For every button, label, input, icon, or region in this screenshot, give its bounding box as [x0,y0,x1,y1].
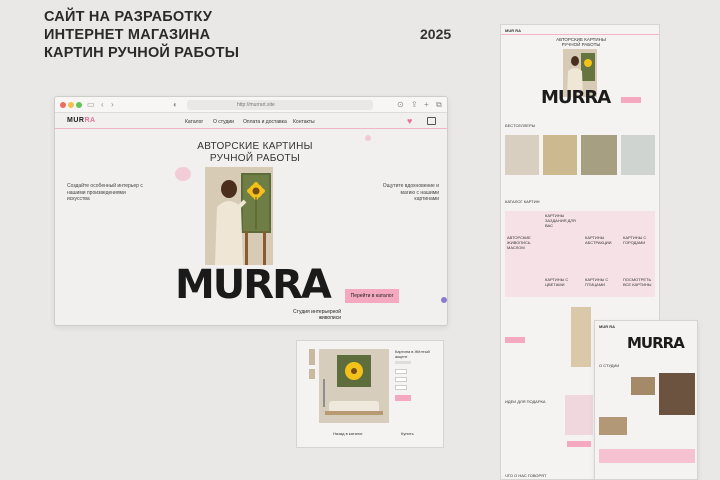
about-heading: О СТУДИИ [599,363,620,368]
easel-image [571,307,591,367]
mock-brand: MURRA [541,87,611,108]
gift-image [565,395,593,435]
url-bar[interactable]: http://murrart.site [187,100,373,110]
hero-title: АВТОРСКИЕ КАРТИНЫ РУЧНОЙ РАБОТЫ [197,141,313,164]
bestseller-card[interactable] [621,135,655,175]
bestsellers-heading: БЕСТСЕЛЛЕРЫ [505,123,536,128]
close-dot[interactable] [60,102,66,108]
decor-splash [175,167,191,181]
team-photo [659,373,695,415]
download-icon[interactable]: ⊙ [397,100,404,110]
minimize-dot[interactable] [68,102,74,108]
decor-dot [365,135,371,141]
tabs-icon[interactable]: ⧉ [436,100,442,110]
back-link[interactable]: Назад в каталог [333,431,363,436]
reviews-heading: ЧТО О НАС ГОВОРЯТ [505,473,547,478]
about-banner [599,449,695,463]
catalog-heading: КАТАЛОГ КАРТИН [505,199,540,204]
hero-painting-image [205,167,273,265]
catalog-item[interactable]: КАРТИНЫ С ГОРОДАМИ [623,235,657,245]
nav-catalog[interactable]: Каталог [185,119,203,125]
hero-right-text: Ощутите вдохновение и магию с нашими кар… [382,183,439,202]
product-thumb[interactable] [309,349,315,365]
about-logo[interactable]: MUR RA [599,324,615,329]
bestseller-card[interactable] [543,135,577,175]
mock-cta[interactable] [621,97,641,103]
mock-button[interactable] [505,337,525,343]
gift-heading: ИДЕИ ДЛЯ ПОДАРКА [505,399,546,404]
catalog-item[interactable]: АВТОРСКИЕ ЖИВОПИСЬ МАСЛОМ [507,235,541,250]
sidebar-icon[interactable]: ▭ [87,100,95,110]
size-select[interactable] [395,385,407,390]
catalog-item[interactable]: ПОСМОТРЕТЬ ВСЕ КАРТИНЫ [623,277,657,287]
heart-icon[interactable]: ♥ [407,116,412,126]
nav-about[interactable]: О студии [213,119,234,125]
size-select[interactable] [395,377,407,382]
product-title: Картина в Жёлтый акцент [395,349,430,359]
bestseller-card[interactable] [505,135,539,175]
back-icon[interactable]: ‹ [101,100,104,110]
product-page-mock: Картина в Жёлтый акцент Назад в каталог … [296,340,444,448]
buy-button[interactable] [395,395,411,401]
buy-link[interactable]: Купить [401,431,414,436]
mock-hero-title: АВТОРСКИЕ КАРТИНЫ РУЧНОЙ РАБОТЫ [556,37,606,47]
product-thumb[interactable] [309,369,315,379]
studio-tagline: Студия интерьерной живописи [293,309,341,321]
brand-wordmark: MURRA [175,262,332,308]
mock-divider [501,34,659,35]
browser-window: ▭ ‹ › ◐ http://murrart.site ⊙ ⇪ + ⧉ MURR… [54,96,448,326]
gift-button[interactable] [567,441,591,447]
share-icon[interactable]: ⇪ [411,100,418,110]
catalog-item[interactable]: КАРТИНЫ ЗАЗДАНИЯ ДЛЯ ВАС [545,213,579,228]
catalog-item[interactable]: КАРТИНЫ АБСТРАКЦИИ [585,235,619,245]
catalog-item[interactable]: КАРТИНЫ С ПТИЦАМИ [585,277,619,287]
site-logo[interactable]: MURRA [67,117,96,124]
forward-icon[interactable]: › [111,100,114,110]
basket-icon[interactable] [427,117,436,125]
shield-icon[interactable]: ◐ [173,100,178,110]
hero-left-text: Создайте особенный интерьер с нашими про… [67,183,143,202]
bestseller-card[interactable] [581,135,617,175]
nav-contacts[interactable]: Контакты [293,119,315,125]
catalog-item[interactable]: КАРТИНЫ С ЦВЕТАМИ [545,277,579,287]
browser-toolbar: ▭ ‹ › ◐ http://murrart.site ⊙ ⇪ + ⧉ [55,97,447,113]
maximize-dot[interactable] [76,102,82,108]
gallery-photo [599,417,627,435]
mock-logo[interactable]: MUR RA [505,28,521,33]
year-label: 2025 [420,26,452,42]
new-tab-icon[interactable]: + [424,100,429,110]
product-image [319,349,389,423]
about-brand: MURRA [627,334,685,352]
size-select[interactable] [395,369,407,374]
product-option[interactable] [395,361,411,364]
gallery-photo [631,377,655,395]
site-nav: MURRA Каталог О студии Оплата и доставка… [55,113,447,129]
about-page-mock: MUR RA MURRA О СТУДИИ [594,320,698,480]
nav-delivery[interactable]: Оплата и доставка [243,119,287,125]
page-headline: Сайт на разработку интернет магазина кар… [44,9,240,61]
catalog-cta-button[interactable]: Перейти в каталог [345,289,399,303]
chat-icon[interactable] [441,297,447,303]
